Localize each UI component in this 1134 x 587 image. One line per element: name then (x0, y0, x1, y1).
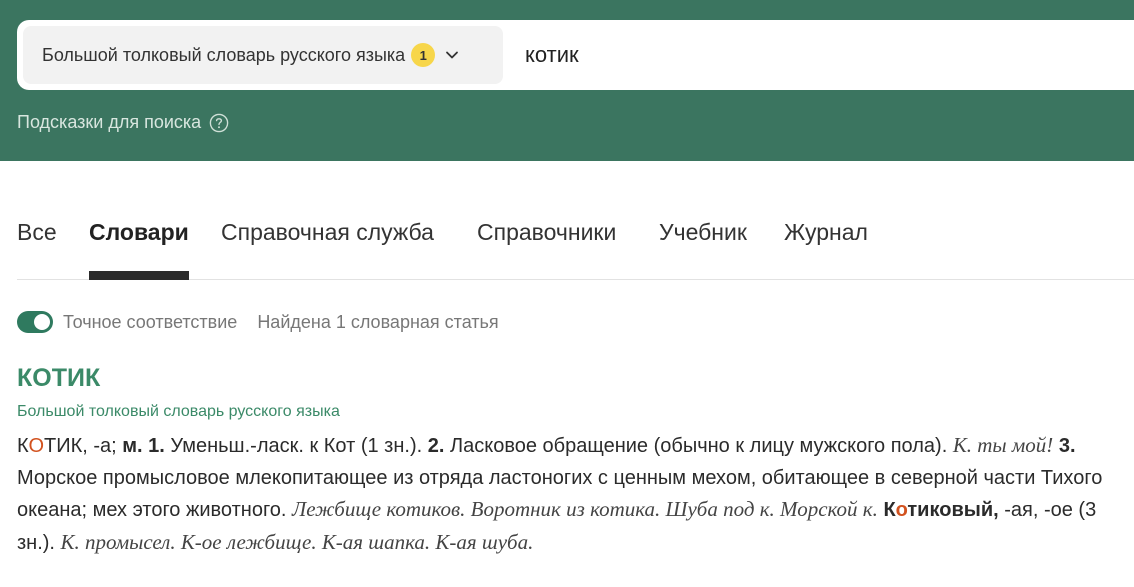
stress-mark: О (28, 435, 44, 457)
usage-example: К. ты мой! (952, 433, 1054, 457)
toggle-knob (34, 314, 50, 330)
chevron-down-icon[interactable] (441, 44, 463, 66)
help-icon[interactable] (209, 113, 229, 133)
usage-example: Лежбище котиков. Воротник из котика. Шуб… (292, 497, 878, 521)
filter-row: Точное соответствие Найдена 1 словарная … (17, 311, 499, 333)
tab-all[interactable]: Все (17, 210, 57, 280)
header: Большой толковый словарь русского языка … (0, 0, 1134, 161)
search-hints-label: Подсказки для поиска (17, 112, 202, 132)
section-tabs: Все Словари Справочная служба Справочник… (17, 210, 1134, 280)
exact-match-label[interactable]: Точное соответствие (63, 312, 237, 333)
tab-dictionaries[interactable]: Словари (89, 210, 189, 280)
exact-match-toggle[interactable] (17, 311, 53, 333)
tab-help-service[interactable]: Справочная служба (221, 210, 434, 280)
tab-journal[interactable]: Журнал (784, 210, 868, 280)
sense-number: 3. (1058, 435, 1076, 457)
usage-example: К. промысел. К-ое лежбище. К-ая шапка. К… (60, 529, 534, 554)
entry-definition: КОТИК, -а; м. 1. Уменьш.-ласк. к Кот (1 … (17, 433, 1103, 554)
derived-word: Котиковый, (883, 499, 999, 521)
results-count: Найдена 1 словарная статья (257, 311, 499, 332)
search-hints-link[interactable]: Подсказки для поиска (17, 112, 229, 133)
sense-number: 2. (427, 435, 445, 457)
search-bar: Большой толковый словарь русского языка … (17, 20, 1134, 90)
grammar-label: м. 1. (122, 435, 165, 457)
dictionary-select[interactable]: Большой толковый словарь русского языка … (23, 26, 503, 84)
search-input[interactable] (525, 38, 1085, 72)
stress-mark: о (895, 499, 908, 521)
dictionary-select-label: Большой толковый словарь русского языка (42, 44, 406, 65)
headword: КОТИК (17, 435, 83, 457)
entry-source[interactable]: Большой толковый словарь русского языка (17, 403, 340, 421)
tab-reference-books[interactable]: Справочники (477, 210, 616, 280)
entry-title[interactable]: КОТИК (17, 364, 100, 393)
tab-textbook[interactable]: Учебник (659, 210, 747, 280)
dictionary-count-badge: 1 (411, 43, 436, 67)
